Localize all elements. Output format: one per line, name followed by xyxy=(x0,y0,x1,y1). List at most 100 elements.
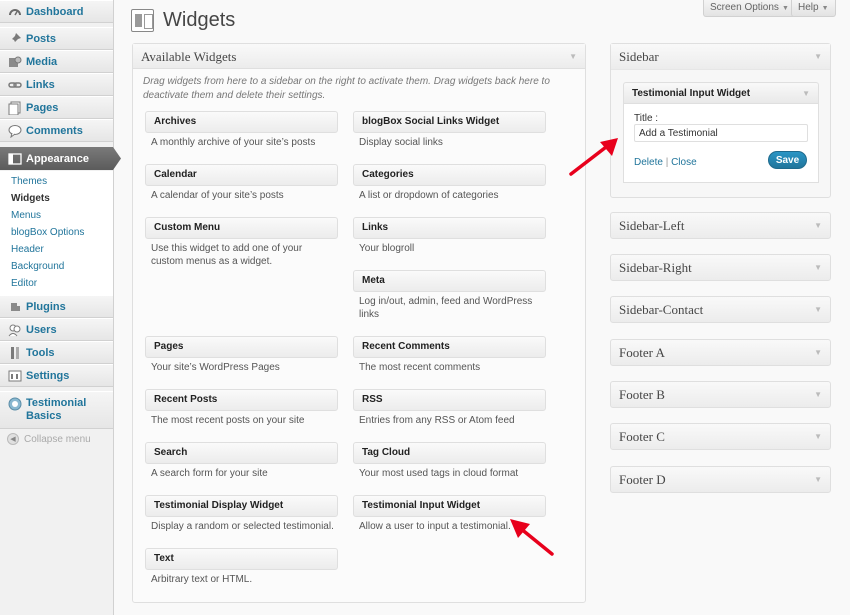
sidebar-right-toggle-icon[interactable]: ▼ xyxy=(814,262,822,273)
menu-tools-label: Tools xyxy=(26,346,55,359)
widget-search-desc: A search form for your site xyxy=(151,468,268,479)
sidebar-testimonial-input-widget: Testimonial Input Widget ▼ Title : Delet… xyxy=(623,82,819,223)
widget-tag-cloud-desc: Your most used tags in cloud format xyxy=(359,468,519,479)
menu-settings-label: Settings xyxy=(26,369,70,382)
menu-media[interactable]: Media xyxy=(0,50,113,73)
widget-testimonial-display[interactable]: Testimonial Display Widget xyxy=(145,495,338,517)
widget-search[interactable]: Search xyxy=(145,442,338,464)
submenu-background[interactable]: Background xyxy=(0,258,113,275)
delete-link[interactable]: Delete xyxy=(634,157,663,168)
available-widgets-header[interactable]: Available Widgets ▼ xyxy=(133,44,585,69)
tools-icon xyxy=(7,346,23,360)
widget-categories[interactable]: Categories xyxy=(353,164,546,186)
title-field-label: Title : xyxy=(634,113,659,124)
footer-d-toggle-icon[interactable]: ▼ xyxy=(814,474,822,485)
help-label: Help xyxy=(798,2,819,13)
widget-recent-comments[interactable]: Recent Comments xyxy=(353,336,546,358)
sidebar-widget-header[interactable]: Testimonial Input Widget ▼ xyxy=(623,82,819,104)
widget-meta[interactable]: Meta xyxy=(353,270,546,292)
widget-calendar[interactable]: Calendar xyxy=(145,164,338,186)
footer-d[interactable]: Footer D ▼ xyxy=(610,466,831,493)
footer-b-title: Footer B xyxy=(619,387,665,402)
menu-dashboard-label: Dashboard xyxy=(26,5,84,18)
menu-testimonial-line1: Testimonial xyxy=(26,397,87,409)
menu-plugins-label: Plugins xyxy=(26,300,66,313)
widget-archives-desc: A monthly archive of your site’s posts xyxy=(151,137,316,148)
menu-media-label: Media xyxy=(26,55,58,68)
submenu-widgets[interactable]: Widgets xyxy=(0,190,113,207)
widget-tag-cloud[interactable]: Tag Cloud xyxy=(353,442,546,464)
screen-options-button[interactable]: Screen Options ▼ xyxy=(703,0,796,17)
footer-b-toggle-icon[interactable]: ▼ xyxy=(814,389,822,400)
dashboard-icon xyxy=(7,5,23,19)
widget-links-desc: Your blogroll xyxy=(359,243,415,254)
submenu-header[interactable]: Header xyxy=(0,241,113,258)
menu-links[interactable]: Links xyxy=(0,73,113,96)
sidebar-left-title: Sidebar-Left xyxy=(619,218,685,233)
footer-b[interactable]: Footer B ▼ xyxy=(610,381,831,408)
footer-c[interactable]: Footer C ▼ xyxy=(610,423,831,450)
menu-pages[interactable]: Pages xyxy=(0,96,113,119)
menu-users-label: Users xyxy=(26,323,57,336)
menu-settings[interactable]: Settings xyxy=(0,364,113,387)
menu-comments-label: Comments xyxy=(26,124,83,137)
available-widgets-panel: Available Widgets ▼ Drag widgets from he… xyxy=(132,43,586,603)
sidebar-widget-toggle-icon[interactable]: ▼ xyxy=(802,83,810,105)
submenu-editor[interactable]: Editor xyxy=(0,275,113,292)
sidebar-header[interactable]: Sidebar ▼ xyxy=(611,44,830,70)
menu-dashboard[interactable]: Dashboard xyxy=(0,0,113,23)
widget-custom-menu[interactable]: Custom Menu xyxy=(145,217,338,239)
menu-users[interactable]: Users xyxy=(0,318,113,341)
available-widgets-description: Drag widgets from here to a sidebar on t… xyxy=(143,76,550,101)
menu-testimonial-label: Testimonial Basics xyxy=(26,397,86,423)
widget-text[interactable]: Text xyxy=(145,548,338,570)
menu-plugins[interactable]: Plugins xyxy=(0,295,113,318)
widget-pages[interactable]: Pages xyxy=(145,336,338,358)
sidebar-left[interactable]: Sidebar-Left ▼ xyxy=(610,212,831,239)
title-input[interactable] xyxy=(634,124,808,142)
menu-links-label: Links xyxy=(26,78,55,91)
appearance-icon xyxy=(7,152,23,166)
menu-testimonial-basics[interactable]: Testimonial Basics xyxy=(0,391,113,429)
sidebar-contact-toggle-icon[interactable]: ▼ xyxy=(814,304,822,315)
widget-rss[interactable]: RSS xyxy=(353,389,546,411)
available-widgets-title: Available Widgets xyxy=(141,49,237,64)
sidebar-toggle-icon[interactable]: ▼ xyxy=(814,44,822,70)
menu-tools[interactable]: Tools xyxy=(0,341,113,364)
footer-a-title: Footer A xyxy=(619,345,665,360)
widget-recent-posts[interactable]: Recent Posts xyxy=(145,389,338,411)
submenu-blogbox-options[interactable]: blogBox Options xyxy=(0,224,113,241)
sidebar-right[interactable]: Sidebar-Right ▼ xyxy=(610,254,831,281)
footer-c-toggle-icon[interactable]: ▼ xyxy=(814,431,822,442)
menu-posts[interactable]: Posts xyxy=(0,27,113,50)
help-button[interactable]: Help ▼ xyxy=(791,0,836,17)
menu-comments[interactable]: Comments xyxy=(0,119,113,142)
save-button[interactable]: Save xyxy=(768,151,807,169)
footer-a[interactable]: Footer A ▼ xyxy=(610,339,831,366)
footer-a-toggle-icon[interactable]: ▼ xyxy=(814,347,822,358)
collapse-menu[interactable]: ◀ Collapse menu xyxy=(7,433,91,445)
collapse-arrow-icon: ◀ xyxy=(7,433,19,445)
screen-options-arrow-icon: ▼ xyxy=(781,5,789,12)
widget-recent-posts-desc: The most recent posts on your site xyxy=(151,415,305,426)
sidebar-contact[interactable]: Sidebar-Contact ▼ xyxy=(610,296,831,323)
screen-options-label: Screen Options xyxy=(710,2,779,13)
collapse-toggle-icon[interactable]: ▼ xyxy=(569,44,577,69)
page-title: Widgets xyxy=(163,9,236,31)
widget-blogbox-social-links[interactable]: blogBox Social Links Widget xyxy=(353,111,546,133)
plugins-icon xyxy=(7,300,23,314)
close-link[interactable]: Close xyxy=(671,157,697,168)
menu-appearance[interactable]: Appearance xyxy=(0,147,121,170)
sidebar-left-toggle-icon[interactable]: ▼ xyxy=(814,220,822,231)
widget-pages-desc: Your site’s WordPress Pages xyxy=(151,362,280,373)
submenu-menus[interactable]: Menus xyxy=(0,207,113,224)
widget-links[interactable]: Links xyxy=(353,217,546,239)
footer-d-title: Footer D xyxy=(619,472,666,487)
widget-recent-comments-desc: The most recent comments xyxy=(359,362,481,373)
widget-archives[interactable]: Archives xyxy=(145,111,338,133)
widget-testimonial-input[interactable]: Testimonial Input Widget xyxy=(353,495,546,517)
menu-testimonial-line2: Basics xyxy=(26,410,62,422)
sidebar-contact-title: Sidebar-Contact xyxy=(619,302,704,317)
submenu-themes[interactable]: Themes xyxy=(0,173,113,190)
widget-text-desc: Arbitrary text or HTML. xyxy=(151,574,253,585)
